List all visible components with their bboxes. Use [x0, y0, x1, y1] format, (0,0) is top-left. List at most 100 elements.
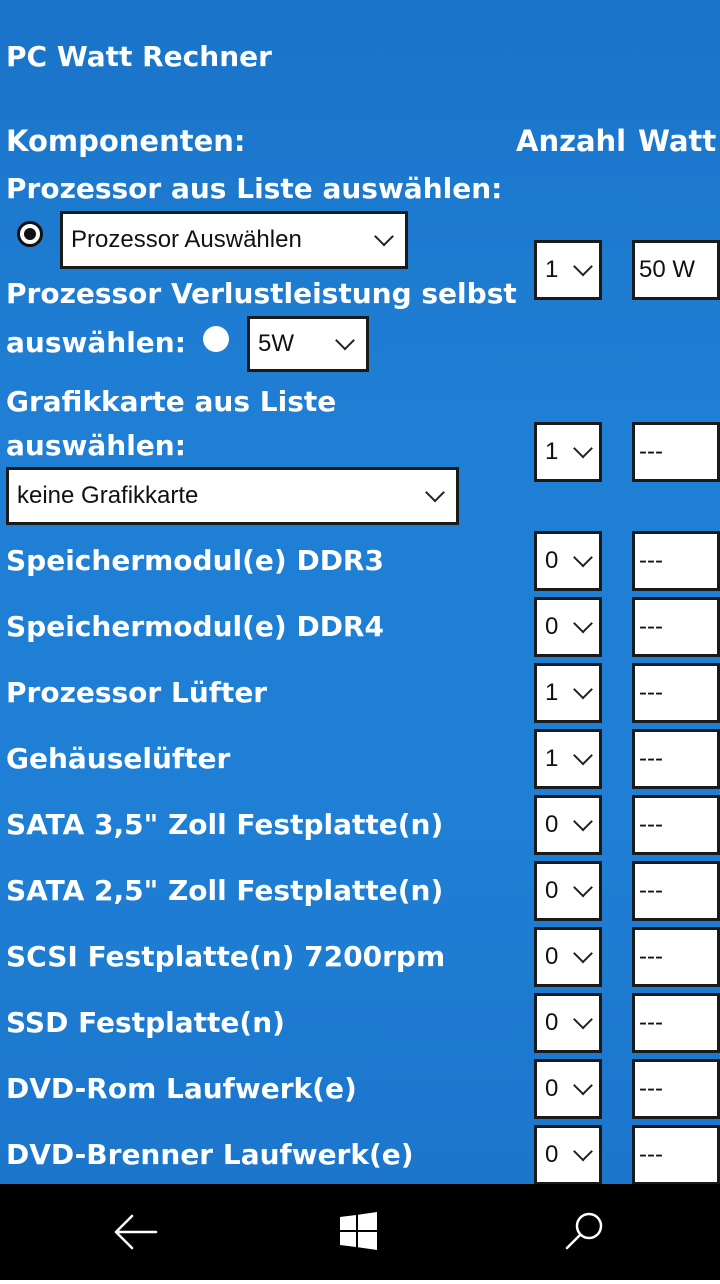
chevron-down-icon — [573, 679, 593, 700]
component-count-value: 0 — [545, 877, 559, 904]
chevron-down-icon — [573, 877, 593, 898]
component-watt-value: --- — [639, 1009, 663, 1036]
component-watt-field: --- — [632, 861, 720, 921]
gpu-watt-value: --- — [639, 438, 663, 465]
component-watt-value: --- — [639, 547, 663, 574]
component-watt-field: --- — [632, 795, 720, 855]
app-screen: PC Watt Rechner Komponenten: Anzahl Watt… — [0, 0, 720, 1184]
component-count-select[interactable]: 0 — [534, 927, 602, 987]
windows-logo-icon — [340, 1212, 377, 1250]
gpu-count-select[interactable]: 1 — [534, 422, 602, 482]
component-count-value: 0 — [545, 547, 559, 574]
component-count-select[interactable]: 0 — [534, 795, 602, 855]
component-watt-value: --- — [639, 1075, 663, 1102]
component-count-value: 0 — [545, 613, 559, 640]
gpu-select-value: keine Grafikkarte — [17, 482, 199, 509]
back-arrow-icon — [114, 1214, 158, 1250]
component-count-value: 0 — [545, 1075, 559, 1102]
chevron-down-icon — [335, 330, 355, 351]
cpu-select[interactable]: Prozessor Auswählen — [60, 211, 408, 269]
cpu-custom-watt-value: 5W — [258, 330, 294, 357]
component-count-select[interactable]: 0 — [534, 861, 602, 921]
component-count-value: 0 — [545, 943, 559, 970]
component-count-value: 1 — [545, 679, 559, 706]
component-count-select[interactable]: 0 — [534, 531, 602, 591]
chevron-down-icon — [573, 438, 593, 459]
component-count-select[interactable]: 0 — [534, 1059, 602, 1119]
component-label: SSD Festplatte(n) — [6, 1006, 285, 1039]
component-row: Speichermodul(e) DDR3 0 --- — [0, 530, 720, 596]
gpu-label-line2: auswählen: — [6, 429, 186, 462]
component-count-select[interactable]: 1 — [534, 729, 602, 789]
chevron-down-icon — [573, 256, 593, 277]
chevron-down-icon — [573, 1075, 593, 1096]
count-column-heading: Anzahl — [516, 124, 627, 158]
chevron-down-icon — [573, 811, 593, 832]
component-label: DVD-Brenner Laufwerk(e) — [6, 1138, 414, 1171]
component-label: Speichermodul(e) DDR3 — [6, 544, 384, 577]
cpu-custom-watt-select[interactable]: 5W — [247, 316, 369, 372]
component-count-select[interactable]: 0 — [534, 597, 602, 657]
watt-column-heading: Watt — [638, 124, 717, 158]
cpu-list-label: Prozessor aus Liste auswählen: — [6, 172, 503, 205]
gpu-watt-field: --- — [632, 422, 720, 482]
cpu-list-radio[interactable] — [17, 221, 43, 247]
chevron-down-icon — [573, 943, 593, 964]
component-row: SATA 2,5" Zoll Festplatte(n) 0 --- — [0, 860, 720, 926]
component-watt-field: --- — [632, 1059, 720, 1119]
component-watt-value: --- — [639, 811, 663, 838]
component-watt-value: --- — [639, 1141, 663, 1168]
component-label: Gehäuselüfter — [6, 742, 231, 775]
search-button[interactable] — [524, 1184, 644, 1280]
cpu-count-select[interactable]: 1 — [534, 240, 602, 300]
component-watt-value: --- — [639, 679, 663, 706]
component-count-value: 1 — [545, 745, 559, 772]
cpu-custom-label-line2: auswählen: — [6, 326, 186, 359]
component-watt-field: --- — [632, 597, 720, 657]
component-watt-value: --- — [639, 943, 663, 970]
cpu-select-value: Prozessor Auswählen — [71, 226, 302, 253]
component-count-select[interactable]: 0 — [534, 993, 602, 1053]
component-count-value: 0 — [545, 1141, 559, 1168]
component-watt-field: --- — [632, 531, 720, 591]
chevron-down-icon — [573, 547, 593, 568]
component-watt-field: --- — [632, 663, 720, 723]
cpu-custom-radio[interactable] — [203, 326, 229, 352]
component-watt-field: --- — [632, 993, 720, 1053]
component-watt-value: --- — [639, 877, 663, 904]
chevron-down-icon — [425, 482, 445, 503]
cpu-watt-field: 50 W — [632, 240, 720, 300]
navigation-bar — [0, 1184, 720, 1280]
component-count-value: 0 — [545, 1009, 559, 1036]
chevron-down-icon — [374, 226, 394, 247]
component-row: DVD-Rom Laufwerk(e) 0 --- — [0, 1058, 720, 1124]
gpu-select[interactable]: keine Grafikkarte — [6, 467, 459, 525]
component-row: Speichermodul(e) DDR4 0 --- — [0, 596, 720, 662]
cpu-count-value: 1 — [545, 256, 559, 283]
back-button[interactable] — [76, 1184, 196, 1280]
chevron-down-icon — [573, 613, 593, 634]
component-row: DVD-Brenner Laufwerk(e) 0 --- — [0, 1124, 720, 1184]
search-icon — [565, 1212, 603, 1250]
component-row: SCSI Festplatte(n) 7200rpm 0 --- — [0, 926, 720, 992]
cpu-watt-value: 50 W — [639, 256, 696, 283]
component-count-value: 0 — [545, 811, 559, 838]
component-count-select[interactable]: 1 — [534, 663, 602, 723]
app-title: PC Watt Rechner — [6, 40, 272, 73]
component-row: SATA 3,5" Zoll Festplatte(n) 0 --- — [0, 794, 720, 860]
component-watt-value: --- — [639, 745, 663, 772]
gpu-count-value: 1 — [545, 438, 559, 465]
component-row: Gehäuselüfter 1 --- — [0, 728, 720, 794]
home-button[interactable] — [298, 1184, 418, 1280]
component-row: SSD Festplatte(n) 0 --- — [0, 992, 720, 1058]
cpu-custom-label-line1: Prozessor Verlustleistung selbst — [6, 277, 517, 310]
component-watt-value: --- — [639, 613, 663, 640]
component-label: SATA 3,5" Zoll Festplatte(n) — [6, 808, 444, 841]
component-label: Prozessor Lüfter — [6, 676, 268, 709]
component-label: SCSI Festplatte(n) 7200rpm — [6, 940, 446, 973]
component-count-select[interactable]: 0 — [534, 1125, 602, 1184]
component-watt-field: --- — [632, 1125, 720, 1184]
component-label: Speichermodul(e) DDR4 — [6, 610, 384, 643]
components-heading: Komponenten: — [6, 124, 246, 158]
component-row: Prozessor Lüfter 1 --- — [0, 662, 720, 728]
